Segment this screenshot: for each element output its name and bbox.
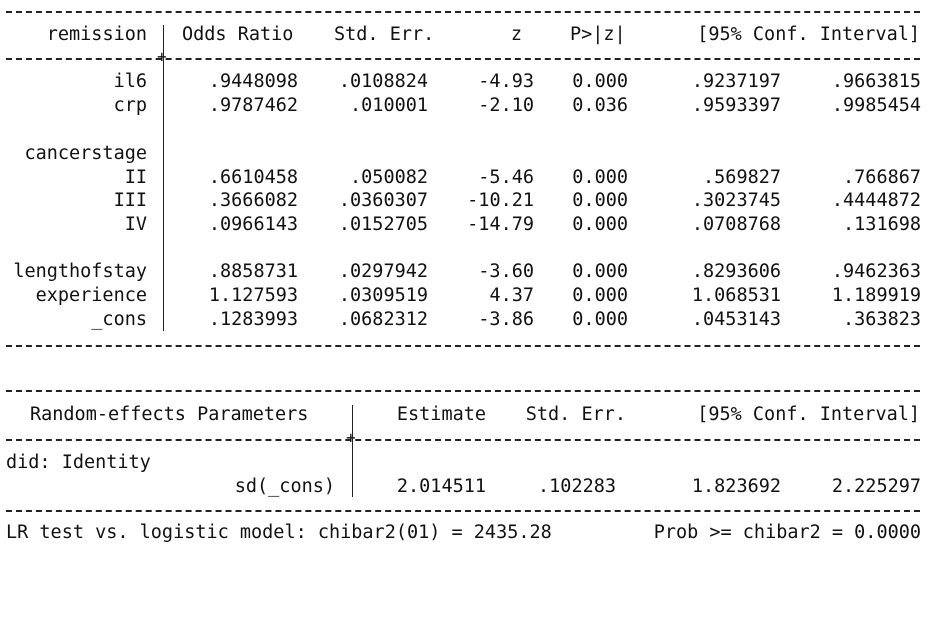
cell-odds-ratio: 1.127593 <box>208 285 298 306</box>
re-sd-estimate: 2.014511 <box>396 476 486 497</box>
cell-odds-ratio: .3666082 <box>208 190 298 211</box>
row-label: cancerstage <box>24 143 147 164</box>
cell-ci-high: .9462363 <box>831 261 921 282</box>
lr-test-text: LR test vs. logistic model: chibar2(01) … <box>6 522 552 543</box>
re-sd-row: sd(_cons) 2.014511 .102283 1.823692 2.22… <box>0 475 935 499</box>
table-row: _cons .1283993 .0682312 -3.86 0.000 .0453143.… <box>0 308 935 332</box>
cell-ci-low: 1.068531 <box>691 285 781 306</box>
cell-ci-low: .569827 <box>703 167 781 188</box>
cell-ci-high: .766867 <box>843 167 921 188</box>
main-bottom-rule <box>6 345 920 347</box>
re-header-std-err: Std. Err. <box>525 404 626 425</box>
re-sd-label: sd(_cons) <box>234 476 335 497</box>
cell-ci-high: .9985454 <box>831 95 921 116</box>
cell-odds-ratio: .9448098 <box>208 71 298 92</box>
header-z: z <box>510 24 522 45</box>
cell-std-err: .0682312 <box>338 309 428 330</box>
cell-ci-low: .3023745 <box>691 190 781 211</box>
lr-test-prob: Prob >= chibar2 = 0.0000 <box>653 522 921 543</box>
cell-z: -14.79 <box>467 214 534 235</box>
cell-z: -10.21 <box>467 190 534 211</box>
table-row: lengthofstay .8858731 .0297942 -3.60 0.000 .8… <box>0 260 935 284</box>
cell-ci-low: .0453143 <box>691 309 781 330</box>
cell-pvalue: 0.000 <box>572 190 628 211</box>
cell-ci-low: .9593397 <box>691 95 781 116</box>
cell-odds-ratio: .0966143 <box>208 214 298 235</box>
row-label: crp <box>113 95 147 116</box>
re-header-separator <box>6 439 920 441</box>
cell-ci-low: .9237197 <box>691 71 781 92</box>
cell-z: -4.93 <box>478 71 534 92</box>
table-row: IV .0966143 .0152705 -14.79 0.000 .0708768 .13… <box>0 213 935 237</box>
cell-std-err: .050082 <box>350 167 428 188</box>
cell-z: -3.86 <box>478 309 534 330</box>
re-sd-ci-high: 2.225297 <box>831 476 921 497</box>
lr-test-row: LR test vs. logistic model: chibar2(01) … <box>0 521 935 545</box>
table-row: il6 .9448098 .0108824 -4.93 0.000 .9237197 .96… <box>0 70 935 94</box>
table-row: experience 1.127593 .0309519 4.37 0.000 1.068… <box>0 284 935 308</box>
row-label: _cons <box>91 309 147 330</box>
cell-ci-high: .363823 <box>843 309 921 330</box>
row-label: III <box>113 190 147 211</box>
re-group-row: did: Identity <box>0 451 935 475</box>
re-sd-ci-low: 1.823692 <box>691 476 781 497</box>
cell-ci-high: .9663815 <box>831 71 921 92</box>
header-pvalue: P>|z| <box>570 24 626 45</box>
cell-pvalue: 0.000 <box>572 214 628 235</box>
re-header-estimate: Estimate <box>396 404 486 425</box>
table-row: crp .9787462 .010001 -2.10 0.036 .9593397 .998… <box>0 94 935 118</box>
header-separator <box>6 58 920 60</box>
re-sd-std-err: .102283 <box>538 476 616 497</box>
cell-pvalue: 0.000 <box>572 71 628 92</box>
header-odds-ratio: Odds Ratio <box>182 24 294 45</box>
re-separator-plus: + <box>346 428 356 447</box>
table-row: III .3666082 .0360307 -10.21 0.000 .3023745 .4… <box>0 189 935 213</box>
separator-plus: + <box>157 47 167 66</box>
header-remission: remission <box>46 24 147 45</box>
cell-std-err: .0360307 <box>338 190 428 211</box>
re-table-header: Random-effects Parameters Estimate Std. … <box>0 403 935 427</box>
re-top-rule <box>6 390 920 392</box>
cell-std-err: .0152705 <box>338 214 428 235</box>
header-std-err: Std. Err. <box>334 24 435 45</box>
cell-std-err: .0108824 <box>338 71 428 92</box>
cell-ci-low: .0708768 <box>691 214 781 235</box>
cell-pvalue: 0.036 <box>572 95 628 116</box>
cell-std-err: .010001 <box>350 95 428 116</box>
cell-z: -5.46 <box>478 167 534 188</box>
cell-odds-ratio: .6610458 <box>208 167 298 188</box>
cell-z: -2.10 <box>478 95 534 116</box>
cell-pvalue: 0.000 <box>572 261 628 282</box>
table-row: II .6610458 .050082 -5.46 0.000 .569827 .76686… <box>0 166 935 190</box>
table-row: cancerstage <box>0 142 935 166</box>
re-header-conf-interval: [95% Conf. Interval] <box>697 404 920 425</box>
cell-odds-ratio: .8858731 <box>208 261 298 282</box>
cell-ci-high: 1.189919 <box>831 285 921 306</box>
cell-z: -3.60 <box>478 261 534 282</box>
cell-pvalue: 0.000 <box>572 309 628 330</box>
row-label: IV <box>124 214 147 235</box>
re-header-params: Random-effects Parameters <box>30 404 309 425</box>
cell-odds-ratio: .9787462 <box>208 95 298 116</box>
re-group-label: did: Identity <box>6 452 151 473</box>
top-rule <box>6 11 920 13</box>
cell-std-err: .0309519 <box>338 285 428 306</box>
main-table-header: remission Odds Ratio Std. Err. z P>|z| [… <box>0 23 935 47</box>
row-label: lengthofstay <box>13 261 147 282</box>
cell-pvalue: 0.000 <box>572 167 628 188</box>
cell-z: 4.37 <box>489 285 534 306</box>
cell-pvalue: 0.000 <box>572 285 628 306</box>
cell-ci-high: .131698 <box>843 214 921 235</box>
row-label: il6 <box>113 71 147 92</box>
cell-ci-high: .4444872 <box>831 190 921 211</box>
header-conf-interval: [95% Conf. Interval] <box>697 24 920 45</box>
cell-odds-ratio: .1283993 <box>208 309 298 330</box>
row-label: II <box>124 167 147 188</box>
re-bottom-rule <box>6 510 920 512</box>
row-label: experience <box>35 285 147 306</box>
cell-std-err: .0297942 <box>338 261 428 282</box>
cell-ci-low: .8293606 <box>691 261 781 282</box>
